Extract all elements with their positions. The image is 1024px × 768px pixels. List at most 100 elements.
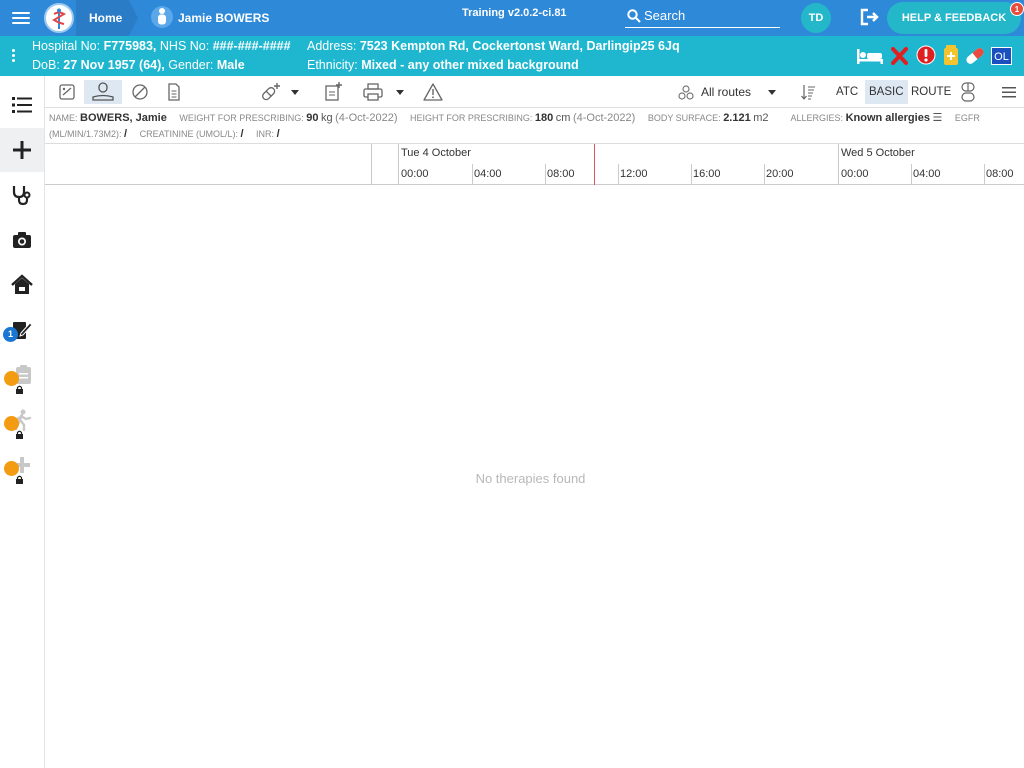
sort-button[interactable]: [800, 80, 816, 104]
weight-value[interactable]: 90: [306, 112, 318, 124]
creatinine-label: Creatinine (umol/l):: [139, 129, 238, 139]
timeline-start-divider: [371, 144, 372, 185]
sidebar-item-add[interactable]: [0, 128, 44, 172]
time-label: 08:00: [547, 168, 575, 180]
weight-unit: kg: [320, 112, 333, 124]
sidebar-item-walking[interactable]: [0, 398, 44, 442]
sidebar-item-stethoscope[interactable]: [0, 173, 44, 217]
add-icon: [13, 141, 31, 159]
allergies-value[interactable]: Known allergies: [846, 112, 930, 124]
bed-icon[interactable]: [856, 47, 884, 65]
view-pill-button[interactable]: [130, 80, 150, 104]
nhs-no-value: ###-###-####: [212, 39, 291, 53]
add-medication-icon: [262, 83, 280, 101]
ol-badge[interactable]: OL: [991, 47, 1012, 65]
patient-name-breadcrumb[interactable]: Jamie BOWERS: [178, 11, 269, 25]
sidebar-item-camera[interactable]: [0, 218, 44, 262]
pill-icon[interactable]: [964, 46, 986, 66]
add-medication-button[interactable]: [259, 80, 283, 104]
inr-label: INR:: [256, 129, 275, 139]
version-label: Training v2.0.2-ci.81: [462, 7, 567, 19]
time-tick: [911, 164, 912, 185]
patient-person-icon: [151, 6, 173, 28]
add-order-button[interactable]: [324, 80, 344, 104]
app-logo[interactable]: [44, 3, 74, 33]
logout-icon[interactable]: [860, 8, 880, 31]
routes-icon: [678, 80, 696, 104]
hand-pill-icon: [92, 82, 114, 101]
warnings-button[interactable]: [423, 80, 443, 104]
print-dropdown-icon[interactable]: [396, 90, 404, 95]
time-tick: [691, 164, 692, 185]
search-field[interactable]: Search: [625, 6, 780, 28]
menu-icon: [1002, 87, 1016, 98]
sidebar-item-notes[interactable]: 1: [0, 308, 44, 352]
add-medication-dropdown-icon[interactable]: [291, 90, 299, 95]
day-label: Tue 4 October: [401, 147, 471, 159]
name-label: Name:: [49, 113, 78, 123]
lock-icon: [4, 416, 23, 439]
creatinine-value: /: [240, 128, 244, 140]
flowsheet-icon: [59, 84, 75, 100]
time-label: 04:00: [913, 168, 941, 180]
print-icon: [363, 83, 383, 101]
time-label: 20:00: [766, 168, 794, 180]
sidebar-item-list[interactable]: [0, 83, 44, 127]
bsa-unit: m2: [753, 112, 769, 124]
allergies-list-icon[interactable]: ☰: [932, 112, 942, 124]
cross-icon[interactable]: [891, 47, 908, 65]
medication-icon[interactable]: [943, 45, 959, 66]
capsule-view-button[interactable]: [958, 80, 978, 104]
timeline-header: Tue 4 October Wed 5 October 00:00 04:00 …: [45, 143, 1024, 185]
user-avatar[interactable]: TD: [801, 3, 831, 33]
view-administration-button[interactable]: [84, 80, 122, 104]
camera-icon: [13, 232, 31, 248]
routes-filter-select[interactable]: All routes: [701, 85, 751, 99]
sidebar-item-clipboard[interactable]: [0, 353, 44, 397]
height-value[interactable]: 180: [535, 112, 553, 124]
dob-label: DoB:: [32, 58, 60, 72]
pill-outline-icon: [132, 84, 148, 100]
time-tick: [984, 164, 985, 185]
basic-grouping-option[interactable]: BASIC: [865, 80, 908, 104]
capsule-icon: [961, 82, 975, 102]
inr-value: /: [276, 128, 280, 140]
height-date: (4-Oct-2022): [572, 112, 636, 124]
route-grouping-option[interactable]: ROUTE: [907, 80, 955, 104]
help-notification-badge: 1: [1010, 2, 1024, 16]
order-sheet-icon: [325, 82, 342, 101]
ethnicity-line: Ethnicity: Mixed - any other mixed backg…: [307, 58, 579, 72]
notes-count-badge: 1: [3, 327, 18, 342]
height-unit: cm: [555, 112, 571, 124]
bsa-value: 2.121: [723, 112, 751, 124]
toolbar-menu-button[interactable]: [1000, 80, 1018, 104]
egfr-value: /: [124, 128, 128, 140]
more-options-icon[interactable]: [12, 49, 16, 64]
time-tick: [764, 164, 765, 185]
address-value: 7523 Kempton Rd, Cockertonst Ward, Darli…: [359, 39, 680, 53]
time-label: 00:00: [841, 168, 869, 180]
therapy-toolbar: All routes ATC BASIC ROUTE: [45, 76, 1024, 108]
egfr-unit: (ml/min/1.73m2):: [49, 129, 122, 139]
print-button[interactable]: [362, 80, 384, 104]
allergies-label: Allergies:: [790, 113, 844, 123]
time-label: 04:00: [474, 168, 502, 180]
sidebar-item-home[interactable]: [0, 263, 44, 307]
help-feedback-button[interactable]: HELP & FEEDBACK: [887, 2, 1021, 34]
hamburger-menu-icon[interactable]: [12, 9, 30, 27]
hospital-no-value: F775983,: [103, 39, 157, 53]
warning-icon: [423, 83, 443, 101]
atc-grouping-option[interactable]: ATC: [832, 80, 862, 104]
weight-label: Weight for prescribing:: [179, 113, 304, 123]
view-document-button[interactable]: [166, 80, 184, 104]
empty-state-message: No therapies found: [475, 471, 586, 486]
alert-icon[interactable]: [916, 45, 936, 65]
lock-icon: [4, 371, 23, 394]
view-flowsheet-button[interactable]: [58, 80, 78, 104]
time-tick: [545, 164, 546, 185]
routes-dropdown-icon[interactable]: [768, 90, 776, 95]
document-icon: [168, 83, 180, 101]
ethnicity-label: Ethnicity:: [307, 58, 358, 72]
home-link[interactable]: Home: [89, 11, 122, 25]
left-sidebar: 1: [0, 76, 45, 768]
